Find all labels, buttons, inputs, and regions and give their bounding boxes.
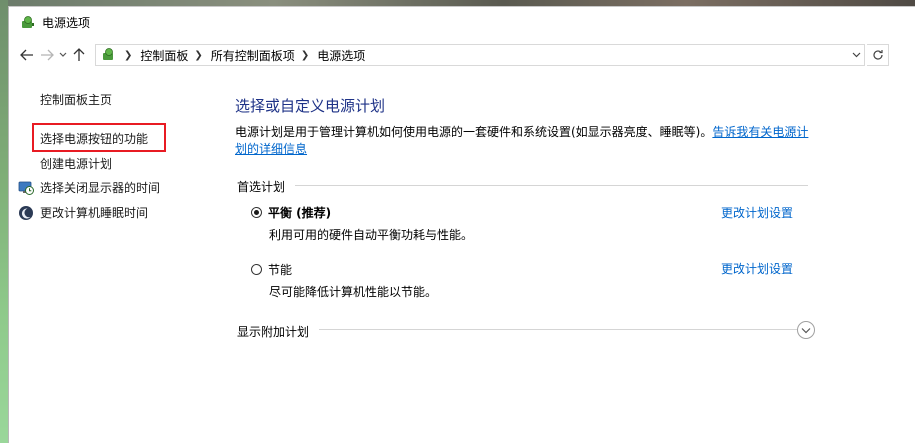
change-plan-settings-power-saver-link[interactable]: 更改计划设置	[721, 260, 793, 277]
address-bar[interactable]: ❯ 控制面板 ❯ 所有控制面板项 ❯ 电源选项	[95, 44, 865, 66]
sleep-time-label: 更改计算机睡眠时间	[40, 206, 149, 220]
power-options-icon	[19, 14, 36, 31]
section-divider	[319, 329, 797, 330]
breadcrumb-separator-icon[interactable]: ❯	[301, 50, 309, 61]
breadcrumb-power-options[interactable]: 电源选项	[317, 47, 365, 64]
forward-arrow-icon[interactable]	[37, 44, 57, 66]
choose-power-button-function-link[interactable]: 选择电源按钮的功能	[40, 130, 148, 147]
preferred-plans-heading: 首选计划	[237, 178, 292, 195]
change-plan-settings-balanced-link[interactable]: 更改计划设置	[721, 204, 793, 221]
breadcrumb-all-items[interactable]: 所有控制面板项	[211, 47, 295, 64]
recent-locations-chevron-down-icon[interactable]	[57, 44, 69, 66]
radio-balanced[interactable]	[251, 207, 262, 218]
plan-power-saver: 节能 尽可能降低计算机性能以节能。	[251, 261, 437, 300]
title-bar[interactable]: 电源选项	[9, 7, 915, 38]
description-text: 电源计划是用于管理计算机如何使用电源的一套硬件和系统设置(如显示器亮度、睡眠等)…	[235, 125, 713, 139]
change-sleep-time-link[interactable]: 更改计算机睡眠时间	[18, 204, 148, 221]
breadcrumb-control-panel[interactable]: 控制面板	[140, 47, 188, 64]
page-description: 电源计划是用于管理计算机如何使用电源的一套硬件和系统设置(如显示器亮度、睡眠等)…	[235, 124, 820, 158]
back-arrow-icon[interactable]	[17, 44, 37, 66]
plan-description-power-saver: 尽可能降低计算机性能以节能。	[269, 285, 438, 299]
left-navigation-pane: 控制面板主页 选择电源按钮的功能 创建电源计划 选择关闭显示器的时间 更改计算机…	[9, 71, 219, 441]
breadcrumb-separator-icon[interactable]: ❯	[194, 50, 202, 61]
chevron-down-icon[interactable]	[847, 45, 864, 65]
learn-more-link[interactable]: 告诉我有关电源计	[712, 125, 808, 139]
control-panel-icon	[100, 46, 118, 64]
plan-description-balanced: 利用可用的硬件自动平衡功耗与性能。	[269, 228, 474, 242]
section-divider	[295, 185, 808, 186]
radio-selected-dot	[254, 210, 259, 215]
refresh-icon[interactable]	[867, 44, 889, 66]
navigation-bar: ❯ 控制面板 ❯ 所有控制面板项 ❯ 电源选项	[9, 41, 915, 69]
radio-power-saver[interactable]	[251, 264, 262, 275]
power-options-window: 电源选项 ❯ 控制面板 ❯ 所有控制面板项 ❯ 电源选项 控制面板主页 选择电源…	[8, 6, 915, 443]
plan-name-power-saver: 节能	[268, 263, 293, 277]
learn-more-link-continued[interactable]: 划的详细信息	[235, 142, 307, 156]
choose-display-off-time-link[interactable]: 选择关闭显示器的时间	[18, 179, 160, 196]
plan-name-balanced: 平衡 (推荐)	[268, 206, 332, 220]
up-arrow-icon[interactable]	[69, 44, 89, 66]
sleep-moon-icon	[18, 205, 34, 221]
page-title: 选择或自定义电源计划	[235, 97, 386, 115]
chevron-down-circle-icon[interactable]	[797, 321, 815, 339]
plan-balanced: 平衡 (推荐) 利用可用的硬件自动平衡功耗与性能。	[251, 204, 473, 243]
show-additional-plans-toggle[interactable]: 显示附加计划	[237, 323, 316, 340]
display-time-label: 选择关闭显示器的时间	[40, 181, 161, 195]
control-panel-home-link[interactable]: 控制面板主页	[40, 91, 112, 108]
window-title: 电源选项	[42, 16, 91, 30]
desktop-wallpaper-left	[0, 0, 8, 443]
display-time-icon	[18, 180, 34, 196]
breadcrumb-separator-icon[interactable]: ❯	[124, 50, 132, 61]
create-power-plan-link[interactable]: 创建电源计划	[40, 155, 112, 172]
